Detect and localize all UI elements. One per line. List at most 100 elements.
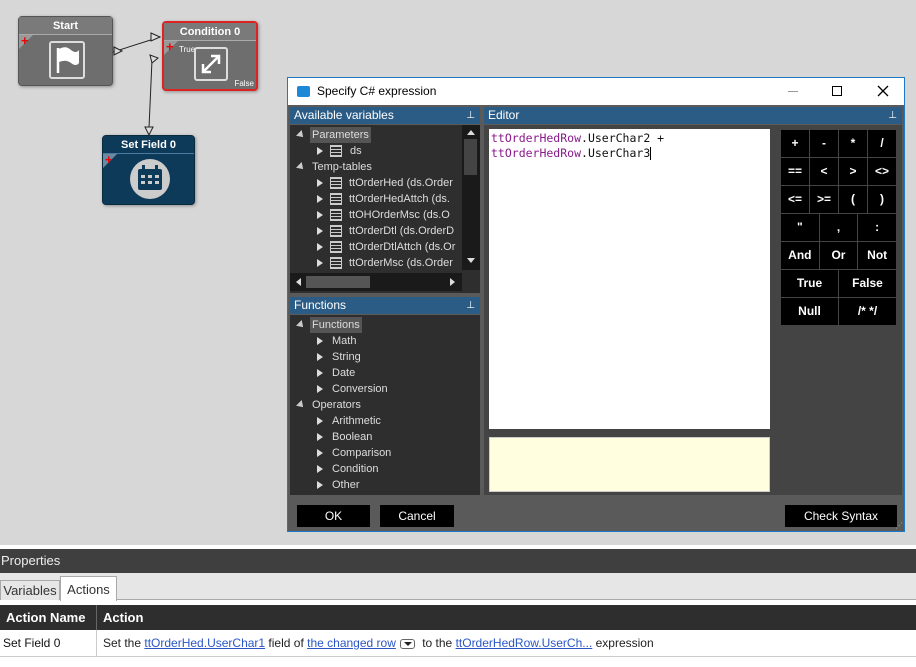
keypad-button[interactable]: :: [858, 214, 896, 241]
expression-link[interactable]: ttOrderHedRow.UserCh...: [456, 636, 593, 650]
resize-grip-icon[interactable]: ⋰: [895, 521, 903, 530]
flag-icon: [49, 41, 85, 79]
tree-label: Comparison: [332, 447, 392, 459]
tree-item-table[interactable]: ttOrderDtl (ds.OrderD: [290, 223, 465, 239]
expression-editor[interactable]: ttOrderHedRow.UserChar2 + ttOrderHedRow.…: [489, 129, 770, 429]
editor-panel-header: Editor ⊥: [484, 107, 902, 124]
functions-tree[interactable]: Functions Math String Date Conversion Operato…: [290, 315, 480, 495]
keypad-button[interactable]: And: [781, 242, 819, 269]
keypad-button[interactable]: True: [781, 270, 838, 297]
tree-item-operator-category[interactable]: Other: [290, 477, 480, 493]
tree-hscrollbar[interactable]: [290, 273, 462, 291]
action-text: Set the: [103, 636, 145, 650]
keypad-button[interactable]: Null: [781, 298, 838, 325]
tree-label: Operators: [312, 399, 361, 411]
tree-item-table[interactable]: ttOHOrderMsc (ds.O: [290, 207, 465, 223]
editor-text: .UserChar3: [581, 146, 651, 160]
table-row[interactable]: Set Field 0 Set the ttOrderHed.UserChar1…: [0, 630, 916, 657]
table-icon: [330, 193, 342, 205]
column-header-action-name: Action Name: [6, 610, 86, 625]
pin-icon[interactable]: ⊥: [466, 297, 475, 314]
pin-icon[interactable]: ⊥: [466, 107, 475, 124]
keypad-button[interactable]: >=: [810, 186, 838, 213]
tree-item-table[interactable]: ttOrderDtlAttch (ds.Or: [290, 239, 465, 255]
keypad-button[interactable]: ,: [819, 214, 858, 241]
tree-item-operator-category[interactable]: Comparison: [290, 445, 480, 461]
tab-actions[interactable]: Actions: [60, 576, 117, 601]
close-icon[interactable]: [877, 85, 889, 97]
tree-item-operators[interactable]: Operators: [290, 397, 480, 413]
minimize-icon[interactable]: [788, 91, 798, 92]
condition-node[interactable]: Condition 0 + True False: [162, 21, 258, 91]
tree-item-operator-category[interactable]: Boolean: [290, 429, 480, 445]
tree-item-functions[interactable]: Functions: [290, 317, 480, 333]
tree-label: Other: [332, 479, 360, 491]
tree-item-operator-category[interactable]: Arithmetic: [290, 413, 480, 429]
keypad-button[interactable]: (: [839, 186, 867, 213]
keypad-button[interactable]: ==: [781, 158, 809, 185]
variables-tree[interactable]: Parameters ds Temp-tables ttOrderHed (ds…: [290, 125, 480, 293]
table-icon: [330, 241, 342, 253]
tree-item-table[interactable]: ttOrderHed (ds.Order: [290, 175, 465, 191]
actions-table-header: Action Name Action: [0, 605, 916, 630]
variables-panel-header: Available variables ⊥: [290, 107, 480, 124]
tree-item-temp-tables[interactable]: Temp-tables: [290, 159, 480, 175]
dialog-titlebar[interactable]: Specify C# expression: [288, 78, 904, 105]
editor-header-label: Editor: [488, 108, 520, 122]
keypad-button[interactable]: <>: [868, 158, 896, 185]
properties-tabbar: [0, 573, 916, 600]
editor-variable: ttOrderHedRow: [491, 146, 582, 160]
tree-item-table[interactable]: ttOrderHedAttch (ds.: [290, 191, 465, 207]
table-icon: [330, 225, 342, 237]
cancel-button[interactable]: Cancel: [380, 505, 454, 527]
keypad-button[interactable]: ): [868, 186, 896, 213]
tab-variables[interactable]: Variables: [0, 580, 60, 600]
tree-item-function-category[interactable]: Conversion: [290, 381, 480, 397]
keypad-button[interactable]: <: [810, 158, 838, 185]
check-syntax-button[interactable]: Check Syntax: [785, 505, 897, 527]
tree-vscrollbar[interactable]: [462, 125, 480, 270]
tree-label: ds: [350, 145, 362, 157]
add-icon[interactable]: +: [166, 40, 174, 53]
tree-label: ttOrderHedAttch (ds.: [349, 193, 450, 205]
tree-item-parameters[interactable]: Parameters: [290, 127, 480, 143]
tree-item-table[interactable]: ttOrderMsc (ds.Order: [290, 255, 465, 271]
keypad-button[interactable]: Or: [819, 242, 858, 269]
keypad-button[interactable]: /* */: [839, 298, 896, 325]
table-icon: [330, 145, 342, 157]
tree-item-function-category[interactable]: String: [290, 349, 480, 365]
keypad-button[interactable]: <=: [781, 186, 809, 213]
tree-item-ds[interactable]: ds: [290, 143, 480, 159]
tree-label: ttOrderDtlAttch (ds.Or: [349, 241, 456, 253]
keypad-button[interactable]: >: [839, 158, 867, 185]
keypad-button[interactable]: -: [810, 130, 838, 157]
keypad-button[interactable]: ": [781, 214, 819, 241]
add-icon[interactable]: +: [21, 34, 29, 47]
tree-label: ttOHOrderMsc (ds.O: [349, 209, 450, 221]
dialog-title: Specify C# expression: [317, 84, 437, 98]
tree-label: Temp-tables: [312, 161, 372, 173]
true-port-label: True: [179, 45, 196, 54]
tree-item-function-category[interactable]: Math: [290, 333, 480, 349]
add-icon[interactable]: +: [105, 153, 113, 166]
tree-label: ttOrderDtl (ds.OrderD: [349, 225, 455, 237]
tree-item-operator-category[interactable]: Condition: [290, 461, 480, 477]
keypad-button[interactable]: *: [839, 130, 867, 157]
pin-icon[interactable]: ⊥: [888, 107, 897, 124]
keypad-button[interactable]: False: [839, 270, 896, 297]
maximize-icon[interactable]: [832, 86, 842, 96]
row-selector-link[interactable]: the changed row: [307, 636, 396, 650]
properties-header: Properties: [0, 549, 916, 573]
action-text: expression: [592, 636, 654, 650]
keypad-button[interactable]: +: [781, 130, 809, 157]
tree-label: Condition: [332, 463, 379, 475]
field-link[interactable]: ttOrderHed.UserChar1: [144, 636, 265, 650]
dropdown-icon[interactable]: [399, 638, 415, 649]
keypad-button[interactable]: /: [868, 130, 896, 157]
set-field-node[interactable]: Set Field 0 +: [102, 135, 195, 205]
ok-button[interactable]: OK: [297, 505, 370, 527]
start-node[interactable]: Start +: [18, 16, 113, 86]
keypad-button[interactable]: Not: [858, 242, 896, 269]
tree-label: String: [332, 351, 361, 363]
tree-item-function-category[interactable]: Date: [290, 365, 480, 381]
